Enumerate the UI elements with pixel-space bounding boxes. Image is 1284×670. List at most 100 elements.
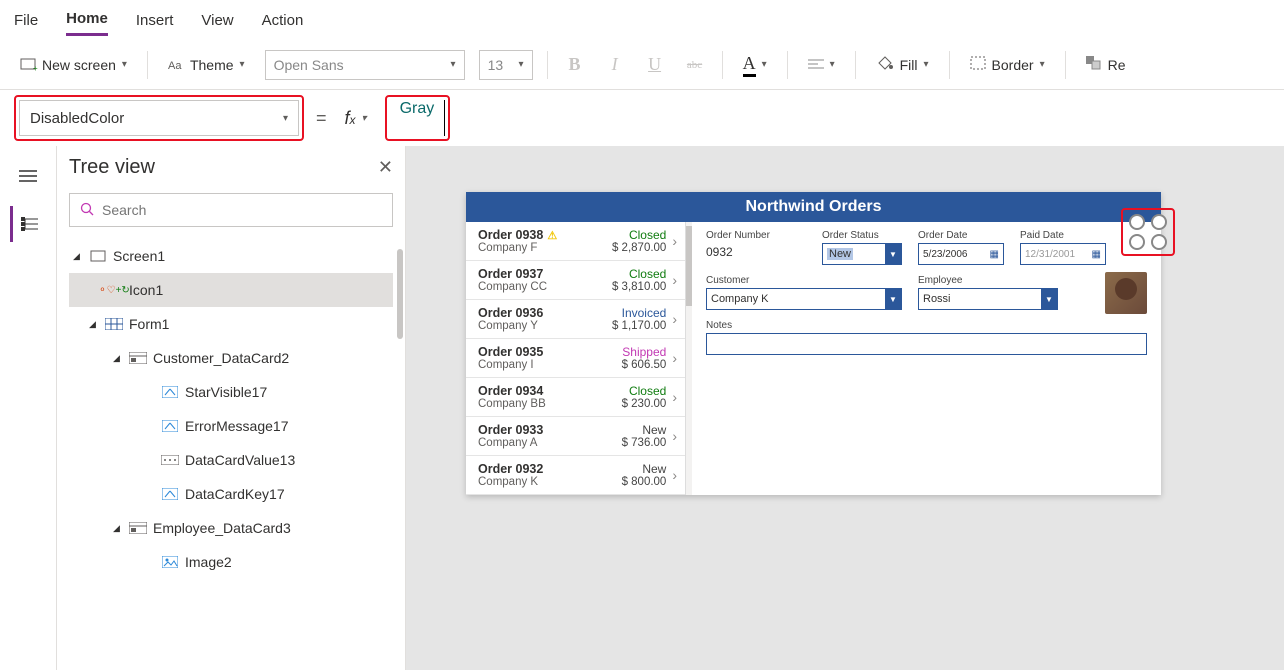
- employee-label: Employee: [918, 275, 1058, 286]
- search-icon: [80, 202, 94, 219]
- tree-scrollbar[interactable]: [397, 249, 403, 339]
- tree-node-form1[interactable]: ◢ Form1: [69, 307, 393, 341]
- customer-select[interactable]: Company K ▼: [706, 288, 902, 310]
- order-date-picker[interactable]: 5/23/2006 ▦: [918, 243, 1004, 265]
- menu-file[interactable]: File: [14, 6, 38, 35]
- order-row[interactable]: Order 0933Company ANew$ 736.00›: [466, 417, 685, 456]
- font-color-button[interactable]: A ▾: [737, 49, 773, 81]
- menu-action[interactable]: Action: [262, 6, 304, 35]
- order-row[interactable]: Order 0938⚠Company FClosed$ 2,870.00›: [466, 222, 685, 261]
- order-row[interactable]: Order 0937Company CCClosed$ 3,810.00›: [466, 261, 685, 300]
- form-icon: [105, 317, 123, 331]
- calendar-icon: ▦: [990, 249, 999, 260]
- order-row[interactable]: Order 0934Company BBClosed$ 230.00›: [466, 378, 685, 417]
- close-button[interactable]: ✕: [378, 157, 393, 178]
- order-number-label: Order Number: [706, 230, 806, 241]
- order-number-value: 0932: [706, 243, 806, 261]
- fill-button[interactable]: Fill ▾: [870, 51, 935, 78]
- employee-value: Rossi: [923, 293, 951, 305]
- left-rail: [0, 146, 56, 670]
- align-button[interactable]: ▾: [802, 53, 841, 77]
- tree-node-starvisible[interactable]: StarVisible17: [69, 375, 393, 409]
- align-icon: [808, 57, 824, 73]
- border-label: Border: [992, 57, 1034, 73]
- tree-node-icon1[interactable]: ⚬♡+↻ Icon1: [69, 273, 393, 307]
- chevron-down-icon: ▾: [762, 59, 767, 70]
- order-date-value: 5/23/2006: [923, 249, 968, 260]
- tree-node-image2[interactable]: Image2: [69, 545, 393, 579]
- tree-node-screen1[interactable]: ◢ Screen1: [69, 239, 393, 273]
- italic-button[interactable]: I: [602, 54, 628, 75]
- hamburger-button[interactable]: [10, 158, 46, 194]
- reorder-button[interactable]: Re: [1080, 52, 1132, 77]
- fill-label: Fill: [900, 57, 918, 73]
- chevron-down-icon: ▾: [451, 59, 456, 70]
- order-gallery[interactable]: Order 0938⚠Company FClosed$ 2,870.00›Ord…: [466, 222, 686, 495]
- tree-view-panel: Tree view ✕ ◢ Screen1 ⚬♡+↻ Icon1 ◢: [56, 146, 406, 670]
- tree-node-customer-datacard[interactable]: ◢ Customer_DataCard2: [69, 341, 393, 375]
- fx-button[interactable]: fx ▾: [339, 104, 373, 133]
- calendar-icon: ▦: [1092, 249, 1101, 260]
- caret-icon: ◢: [113, 353, 123, 364]
- menubar: File Home Insert View Action: [0, 0, 1284, 40]
- order-row[interactable]: Order 0932Company KNew$ 800.00›: [466, 456, 685, 495]
- paid-date-label: Paid Date: [1020, 230, 1106, 241]
- chevron-down-icon: ▾: [362, 113, 367, 124]
- order-row[interactable]: Order 0935Company IShipped$ 606.50›: [466, 339, 685, 378]
- font-size-selector[interactable]: 13 ▾: [479, 50, 533, 80]
- tree-node-employee-datacard[interactable]: ◢ Employee_DataCard3: [69, 511, 393, 545]
- customer-value: Company K: [711, 293, 768, 305]
- new-screen-button[interactable]: + New screen ▾: [14, 53, 133, 77]
- formula-input-highlight: Gray: [385, 95, 451, 141]
- font-selector[interactable]: Open Sans ▾: [265, 50, 465, 80]
- search-input[interactable]: [102, 202, 382, 218]
- formula-input[interactable]: Gray: [390, 100, 446, 136]
- reorder-icon: [1086, 56, 1102, 73]
- tree-node-datacardvalue[interactable]: DataCardValue13: [69, 443, 393, 477]
- bold-button[interactable]: B: [562, 54, 588, 75]
- chevron-down-icon: ▾: [924, 59, 929, 70]
- tree-search[interactable]: [69, 193, 393, 227]
- tree-view-button[interactable]: [10, 206, 46, 242]
- chevron-down-icon: ▼: [1041, 289, 1057, 309]
- font-value: Open Sans: [274, 57, 344, 73]
- datacard-icon: [129, 351, 147, 365]
- underline-button[interactable]: U: [642, 54, 668, 75]
- chevron-right-icon: ›: [672, 389, 677, 405]
- node-label: Image2: [185, 554, 232, 570]
- node-label: DataCardKey17: [185, 486, 285, 502]
- node-label: ErrorMessage17: [185, 418, 289, 434]
- tree-node-datacardkey[interactable]: DataCardKey17: [69, 477, 393, 511]
- order-status-select[interactable]: New ▼: [822, 243, 902, 265]
- design-canvas[interactable]: Northwind Orders Order 0938⚠Company FClo…: [406, 146, 1284, 670]
- node-label: Icon1: [129, 282, 163, 298]
- property-selector[interactable]: DisabledColor ▾: [19, 100, 299, 136]
- tree-node-errormessage[interactable]: ErrorMessage17: [69, 409, 393, 443]
- node-label: DataCardValue13: [185, 452, 295, 468]
- property-selector-highlight: DisabledColor ▾: [14, 95, 304, 141]
- separator: [787, 51, 788, 79]
- border-button[interactable]: Border ▾: [964, 52, 1051, 77]
- reorder-label: Re: [1108, 57, 1126, 73]
- notes-input[interactable]: [706, 333, 1147, 355]
- menu-insert[interactable]: Insert: [136, 6, 174, 35]
- node-label: StarVisible17: [185, 384, 267, 400]
- paid-date-picker[interactable]: 12/31/2001 ▦: [1020, 243, 1106, 265]
- theme-button[interactable]: Aa Theme ▾: [162, 53, 251, 77]
- chevron-down-icon: ▼: [885, 289, 901, 309]
- screen-icon: [89, 249, 107, 263]
- menu-home[interactable]: Home: [66, 4, 108, 36]
- node-label: Form1: [129, 316, 169, 332]
- order-row[interactable]: Order 0936Company YInvoiced$ 1,170.00›: [466, 300, 685, 339]
- chevron-down-icon: ▾: [830, 59, 835, 70]
- chevron-down-icon: ▾: [240, 59, 245, 70]
- separator: [722, 51, 723, 79]
- screen-icon: +: [20, 58, 36, 72]
- chevron-down-icon: ▾: [519, 59, 524, 70]
- order-date-label: Order Date: [918, 230, 1004, 241]
- employee-select[interactable]: Rossi ▼: [918, 288, 1058, 310]
- order-status-label: Order Status: [822, 230, 902, 241]
- menu-view[interactable]: View: [201, 6, 233, 35]
- node-label: Employee_DataCard3: [153, 520, 291, 536]
- strikethrough-button[interactable]: abc: [682, 59, 708, 71]
